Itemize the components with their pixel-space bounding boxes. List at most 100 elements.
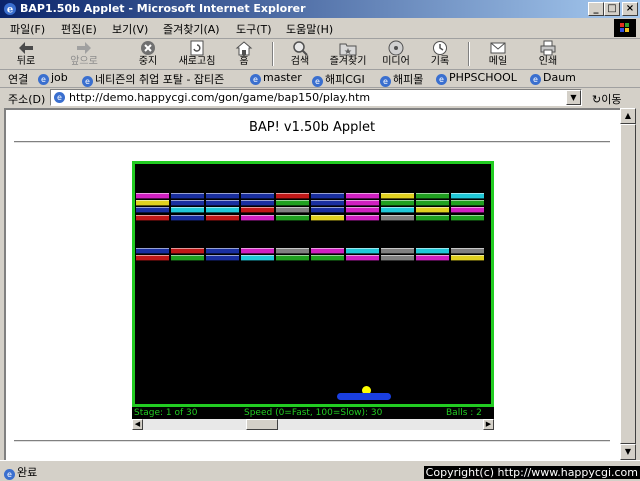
brick	[241, 215, 274, 221]
favorites-label: 즐겨찾기	[329, 56, 367, 67]
stop-label: 중지	[138, 56, 158, 67]
brick	[241, 193, 274, 199]
status-text: 완료	[17, 466, 38, 479]
brick	[381, 248, 414, 254]
brick	[381, 200, 414, 206]
ie-page-icon: e	[82, 76, 93, 87]
brick	[171, 200, 204, 206]
back-button[interactable]: 뒤로	[4, 40, 48, 68]
brick	[241, 207, 274, 213]
brick	[276, 248, 309, 254]
scroll-down-button[interactable]: ▼	[620, 444, 636, 460]
balls-status: Balls : 2	[446, 408, 482, 418]
link-text: master	[263, 71, 302, 84]
minimize-button[interactable]: _	[588, 2, 604, 16]
ie-page-icon: e	[250, 74, 261, 85]
vertical-scroll-thumb[interactable]	[620, 124, 636, 444]
close-button[interactable]: ×	[622, 2, 638, 16]
applet-horizontal-scrollbar[interactable]: ◀ ▶	[132, 419, 494, 430]
menu-view[interactable]: 보기(V)	[112, 21, 148, 37]
ie-page-icon: e	[530, 74, 541, 85]
brick	[136, 215, 169, 221]
menu-bar: 파일(F) 편집(E) 보기(V) 즐겨찾기(A) 도구(T) 도움말(H)	[0, 18, 640, 39]
maximize-button[interactable]: □	[604, 2, 620, 16]
brick	[311, 193, 344, 199]
menu-tools[interactable]: 도구(T)	[236, 21, 272, 37]
search-button[interactable]: 검색	[278, 40, 322, 68]
page-vertical-scrollbar[interactable]: ▲ ▼	[620, 108, 636, 460]
brick	[346, 207, 379, 213]
link-phpschool[interactable]: e PHPSCHOOL	[436, 71, 517, 85]
go-arrow-icon: ↻	[592, 93, 602, 106]
brick	[206, 248, 239, 254]
link-master[interactable]: e master	[250, 71, 302, 85]
home-icon	[235, 41, 253, 56]
ie-page-icon: e	[436, 74, 447, 85]
link-happycgi[interactable]: e 해피CGI	[312, 71, 365, 87]
media-icon	[388, 40, 404, 56]
toolbar-separator	[468, 42, 470, 66]
game-applet[interactable]: Stage: 1 of 30 Speed (0=Fast, 100=Slow):…	[132, 161, 494, 430]
brick	[241, 200, 274, 206]
forward-button[interactable]: 앞으로	[62, 40, 106, 68]
brick	[136, 200, 169, 206]
mail-label: 메일	[488, 56, 508, 67]
scroll-left-button[interactable]: ◀	[132, 419, 143, 430]
ie-page-icon: e	[38, 74, 49, 85]
address-bar: 주소(D) e http://demo.happycgi.com/gon/gam…	[0, 88, 640, 108]
link-text: job	[51, 71, 68, 84]
copyright-text: Copyright(c) http://www.happycgi.com	[423, 466, 640, 479]
brick	[381, 255, 414, 261]
brick	[451, 193, 484, 199]
scroll-right-button[interactable]: ▶	[483, 419, 494, 430]
stage-status: Stage: 1 of 30	[134, 408, 198, 418]
link-text: 해피CGI	[325, 73, 365, 86]
brick	[276, 207, 309, 213]
brick	[416, 248, 449, 254]
windows-logo-icon	[614, 19, 636, 37]
svg-text:e: e	[7, 5, 13, 16]
brick	[206, 255, 239, 261]
scroll-up-button[interactable]: ▲	[620, 108, 636, 124]
bottom-divider	[14, 440, 610, 442]
link-job[interactable]: e job	[38, 71, 68, 85]
brick	[311, 215, 344, 221]
menu-favorites[interactable]: 즐겨찾기(A)	[163, 21, 220, 37]
brick	[136, 248, 169, 254]
speed-status: Speed (0=Fast, 100=Slow): 30	[244, 408, 383, 418]
link-daum[interactable]: e Daum	[530, 71, 576, 85]
home-button[interactable]: 홈	[222, 40, 266, 68]
brick	[451, 200, 484, 206]
refresh-button[interactable]: 새로고침	[175, 40, 219, 68]
go-label: 이동	[601, 93, 622, 106]
favorites-button[interactable]: 즐겨찾기	[326, 40, 370, 68]
print-button[interactable]: 인쇄	[526, 40, 570, 68]
brick	[381, 193, 414, 199]
stop-button[interactable]: 중지	[126, 40, 170, 68]
address-url: http://demo.happycgi.com/gon/game/bap150…	[69, 91, 371, 104]
address-input[interactable]: e http://demo.happycgi.com/gon/game/bap1…	[50, 89, 582, 106]
menu-help[interactable]: 도움말(H)	[286, 21, 333, 37]
window-title: BAP1.50b Applet - Microsoft Internet Exp…	[20, 2, 306, 15]
brick	[171, 248, 204, 254]
address-dropdown-button[interactable]: ▼	[566, 90, 581, 105]
brick	[171, 215, 204, 221]
brick	[311, 200, 344, 206]
menu-file[interactable]: 파일(F)	[10, 21, 45, 37]
history-button[interactable]: 기록	[418, 40, 462, 68]
link-happymall[interactable]: e 해피몰	[380, 71, 423, 87]
media-button[interactable]: 미디어	[374, 40, 418, 68]
link-jobtizen[interactable]: e 네티즌의 취업 포탈 - 잡티즌	[82, 71, 224, 87]
brick	[416, 200, 449, 206]
brick	[171, 193, 204, 199]
ie-icon: e	[4, 3, 16, 16]
brick	[206, 207, 239, 213]
link-text: Daum	[543, 71, 576, 84]
brick	[206, 215, 239, 221]
back-label: 뒤로	[16, 56, 36, 67]
menu-edit[interactable]: 편집(E)	[61, 21, 97, 37]
brick	[451, 207, 484, 213]
go-button[interactable]: ↻이동	[592, 91, 621, 107]
mail-button[interactable]: 메일	[476, 40, 520, 68]
scroll-thumb[interactable]	[246, 419, 278, 430]
